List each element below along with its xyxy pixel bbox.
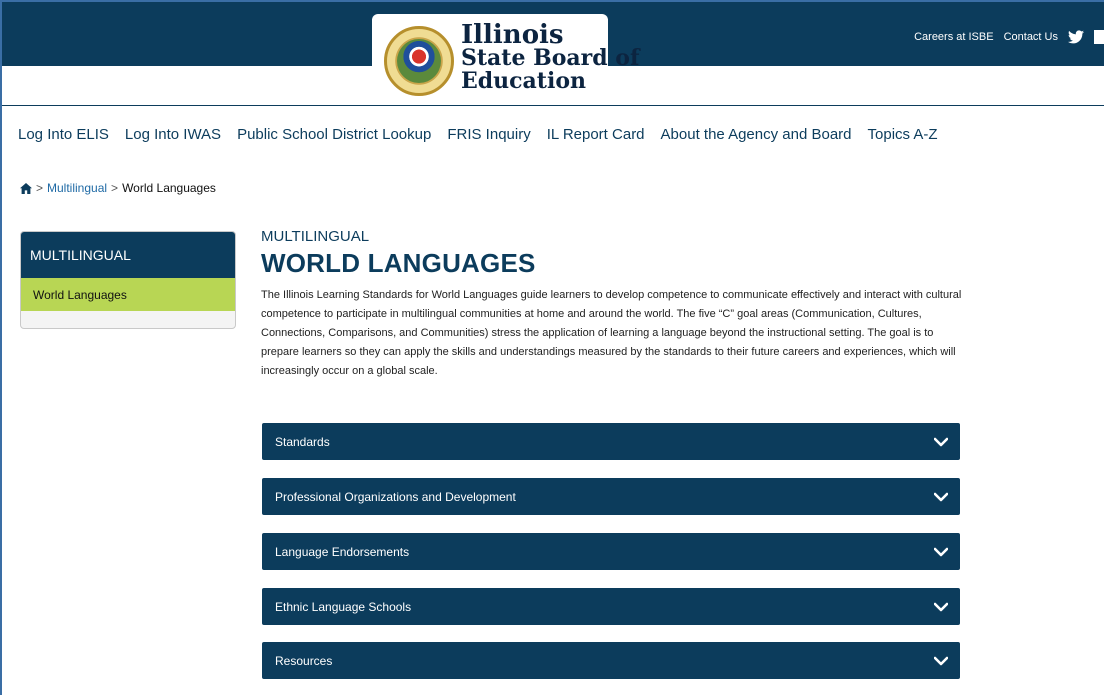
logo-wordmark[interactable]: Illinois State Board of Education: [461, 20, 640, 94]
accordion-resources[interactable]: Resources: [262, 642, 960, 679]
nav-log-into-elis[interactable]: Log Into ELIS: [18, 126, 109, 143]
nav-il-report-card[interactable]: IL Report Card: [547, 126, 645, 143]
sidebar-title[interactable]: MULTILINGUAL: [21, 232, 235, 278]
home-icon[interactable]: [20, 182, 32, 194]
accordion-label: Resources: [275, 653, 333, 668]
chevron-down-icon: [934, 492, 948, 501]
page-title: WORLD LANGUAGES: [261, 248, 536, 278]
chevron-down-icon: [934, 437, 948, 446]
nav-topics-a-z[interactable]: Topics A-Z: [868, 126, 938, 143]
breadcrumb: > Multilingual > World Languages: [20, 181, 216, 195]
breadcrumb-current: World Languages: [122, 181, 216, 195]
state-seal-icon: [384, 26, 454, 96]
nav-about-agency[interactable]: About the Agency and Board: [661, 126, 852, 143]
accordion-label: Ethnic Language Schools: [275, 599, 412, 614]
logo-line-1: Illinois: [461, 20, 564, 50]
utility-nav: Careers at ISBE Contact Us: [914, 30, 1104, 44]
nav-district-lookup[interactable]: Public School District Lookup: [237, 126, 431, 143]
facebook-icon[interactable]: [1094, 30, 1104, 44]
nav-log-into-iwas[interactable]: Log Into IWAS: [125, 126, 221, 143]
sidebar: MULTILINGUAL World Languages: [20, 231, 236, 329]
main-nav: Log Into ELIS Log Into IWAS Public Schoo…: [18, 126, 938, 143]
accordion-standards[interactable]: Standards: [262, 423, 960, 460]
accordion-label: Standards: [275, 434, 330, 449]
chevron-down-icon: [934, 656, 948, 665]
contact-us-link[interactable]: Contact Us: [1004, 31, 1058, 43]
accordion-ethnic-language-schools[interactable]: Ethnic Language Schools: [262, 588, 960, 625]
breadcrumb-multilingual[interactable]: Multilingual: [47, 181, 107, 195]
twitter-icon[interactable]: [1068, 30, 1084, 44]
seal-emblem: [397, 39, 441, 83]
chevron-down-icon: [934, 602, 948, 611]
nav-fris-inquiry[interactable]: FRIS Inquiry: [447, 126, 530, 143]
chevron-down-icon: [934, 547, 948, 556]
accordion-label: Professional Organizations and Developme…: [275, 489, 516, 504]
main-content: MULTILINGUAL WORLD LANGUAGES The Illinoi…: [261, 228, 961, 381]
careers-link[interactable]: Careers at ISBE: [914, 31, 993, 43]
breadcrumb-separator: >: [111, 181, 119, 195]
sidebar-item-world-languages[interactable]: World Languages: [21, 278, 235, 311]
logo-line-2: State Board of: [461, 45, 640, 71]
accordion-language-endorsements[interactable]: Language Endorsements: [262, 533, 960, 570]
intro-paragraph: The Illinois Learning Standards for Worl…: [261, 289, 962, 377]
section-eyebrow: MULTILINGUAL: [261, 228, 370, 245]
breadcrumb-separator: >: [36, 181, 44, 195]
accordion-professional-orgs[interactable]: Professional Organizations and Developme…: [262, 478, 960, 515]
logo-line-3: Education: [461, 68, 586, 94]
accordion-label: Language Endorsements: [275, 544, 410, 559]
